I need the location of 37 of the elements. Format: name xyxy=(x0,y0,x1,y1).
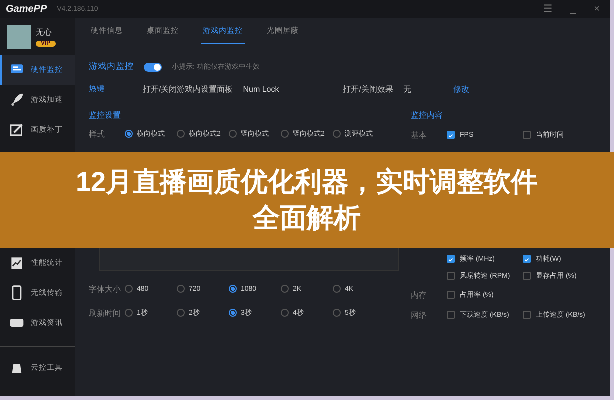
checkbox[interactable] xyxy=(447,131,455,139)
window-button[interactable]: × xyxy=(590,4,604,14)
checkmark-icon xyxy=(524,256,530,264)
user-name: 无心 xyxy=(36,26,53,38)
section-title: 监控设置 xyxy=(89,110,122,122)
checkbox[interactable] xyxy=(523,255,531,263)
chart-icon xyxy=(9,255,25,271)
group-label: 基本 xyxy=(411,130,428,141)
toggle-switch[interactable] xyxy=(144,62,162,72)
hotkey-value: Num Lock xyxy=(243,84,280,94)
group-label: 内存 xyxy=(411,290,428,301)
pen-icon xyxy=(9,122,25,138)
hotkey-description: 打开/关闭游戏内设置面板 xyxy=(143,84,234,94)
banner-headline: 12月直播画质优化利器，实时调整软件 xyxy=(76,166,538,199)
window-button[interactable]: _ xyxy=(566,4,580,14)
checkbox[interactable] xyxy=(447,272,455,280)
window-button[interactable]: ☰ xyxy=(540,4,557,14)
setting-label: 刷新时间 xyxy=(89,308,122,318)
hotkey-description: 打开/关闭效果 xyxy=(343,84,394,94)
setting-label: 样式 xyxy=(89,128,106,140)
app-logo: GamePP xyxy=(6,4,48,14)
checkbox[interactable] xyxy=(447,255,455,263)
section-title: 监控内容 xyxy=(411,110,444,122)
checkbox[interactable] xyxy=(523,311,531,319)
setting-label: 字体大小 xyxy=(89,284,122,294)
checkmark-icon xyxy=(448,256,454,264)
checkbox[interactable] xyxy=(523,272,531,280)
checkbox[interactable] xyxy=(447,291,455,299)
section-title: 游戏内监控 xyxy=(89,61,134,73)
group-label: 网络 xyxy=(411,310,428,321)
banner-headline: 全面解析 xyxy=(253,202,361,235)
checkbox[interactable] xyxy=(447,311,455,319)
avatar-placeholder xyxy=(7,24,31,48)
hotkey-value: 无 xyxy=(403,84,412,94)
checkbox[interactable] xyxy=(523,131,531,139)
checkmark-icon xyxy=(448,132,454,140)
edit-link[interactable]: 修改 xyxy=(453,84,470,94)
